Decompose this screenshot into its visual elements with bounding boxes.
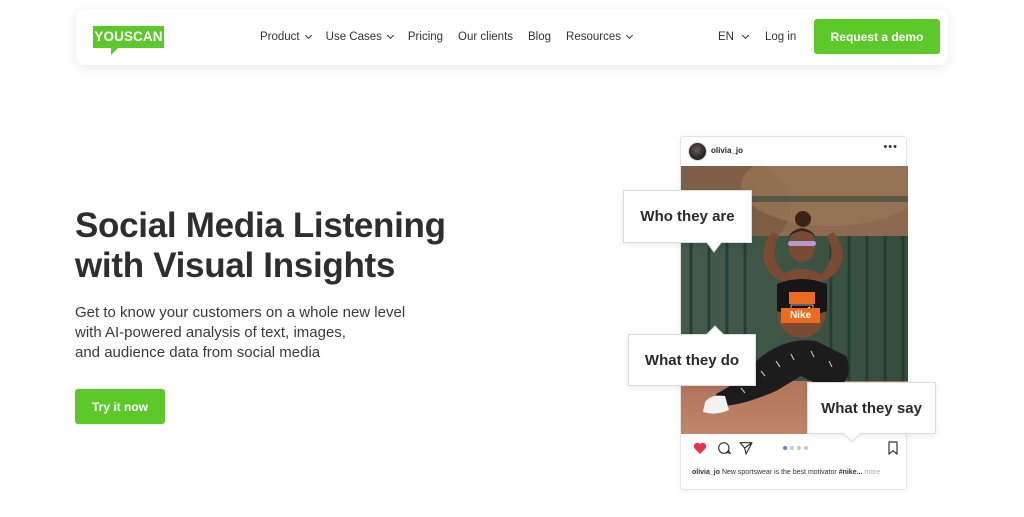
heart-icon[interactable] bbox=[692, 440, 708, 456]
carousel-dots bbox=[783, 446, 808, 450]
callout-what-they-do: What they do bbox=[628, 325, 756, 386]
nike-label: Nike bbox=[781, 308, 820, 323]
caption-hashtag[interactable]: #nike... bbox=[839, 469, 863, 476]
nav-pricing[interactable]: Pricing bbox=[408, 31, 443, 43]
caption-username: olivia_jo bbox=[692, 469, 721, 476]
nav-label: Use Cases bbox=[325, 31, 382, 43]
callout-who-they-are: Who they are bbox=[623, 190, 752, 253]
ellipsis-icon[interactable]: ••• bbox=[883, 141, 898, 153]
nav-use-cases[interactable]: Use Cases bbox=[325, 31, 394, 43]
hero-subtitle-line: Get to know your customers on a whole ne… bbox=[75, 304, 406, 321]
hero-title: Social Media Listening with Visual Insig… bbox=[75, 206, 495, 286]
nav-resources[interactable]: Resources bbox=[566, 31, 634, 43]
nav-product[interactable]: Product bbox=[260, 31, 312, 43]
comment-icon[interactable] bbox=[716, 440, 732, 456]
nav-label: Blog bbox=[528, 31, 552, 43]
youscan-logo[interactable]: YOUSCAN bbox=[93, 26, 164, 55]
nav-label: Pricing bbox=[407, 31, 444, 43]
hero-subtitle: Get to know your customers on a whole ne… bbox=[75, 303, 455, 363]
chevron-down-icon bbox=[386, 31, 394, 40]
post-header: olivia_jo ••• bbox=[681, 137, 906, 165]
caption-text: New sportswear is the best motivator bbox=[721, 469, 837, 476]
chevron-down-icon bbox=[304, 31, 312, 40]
callout-text: Who they are bbox=[640, 208, 735, 225]
post-actions bbox=[681, 437, 906, 459]
hero-title-line: with Visual Insights bbox=[75, 246, 396, 285]
site-header: YOUSCAN Product Use Cases Pricing Our cl… bbox=[76, 9, 948, 65]
try-it-now-button[interactable]: Try it now bbox=[75, 389, 165, 424]
nav-label: Resources bbox=[566, 31, 622, 43]
caption-more-link[interactable]: more bbox=[864, 469, 880, 476]
hero-subtitle-line: and audience data from social media bbox=[75, 344, 321, 361]
chevron-down-icon bbox=[741, 31, 750, 40]
request-demo-button[interactable]: Request a demo bbox=[814, 19, 940, 54]
login-link[interactable]: Log in bbox=[765, 9, 796, 65]
hero-title-line: Social Media Listening bbox=[75, 206, 446, 245]
avatar bbox=[688, 142, 707, 161]
chevron-down-icon bbox=[625, 31, 634, 40]
nav-our-clients[interactable]: Our clients bbox=[458, 31, 513, 43]
language-label: EN bbox=[718, 31, 734, 43]
main-nav: Product Use Cases Pricing Our clients Bl… bbox=[260, 9, 647, 65]
hero-subtitle-line: with AI-powered analysis of text, images… bbox=[75, 324, 346, 341]
callout-text: What they do bbox=[644, 351, 740, 369]
nav-blog[interactable]: Blog bbox=[528, 31, 551, 43]
callout-what-they-say: What they say bbox=[807, 382, 936, 443]
language-selector[interactable]: EN bbox=[718, 9, 750, 65]
bookmark-icon[interactable] bbox=[886, 440, 900, 456]
callout-text: What they say bbox=[821, 399, 922, 417]
nav-label: Product bbox=[260, 31, 300, 43]
post-username: olivia_jo bbox=[711, 146, 744, 155]
nav-label: Our clients bbox=[458, 31, 514, 43]
share-icon[interactable] bbox=[738, 440, 754, 456]
post-caption: olivia_jo New sportswear is the best mot… bbox=[692, 469, 880, 476]
